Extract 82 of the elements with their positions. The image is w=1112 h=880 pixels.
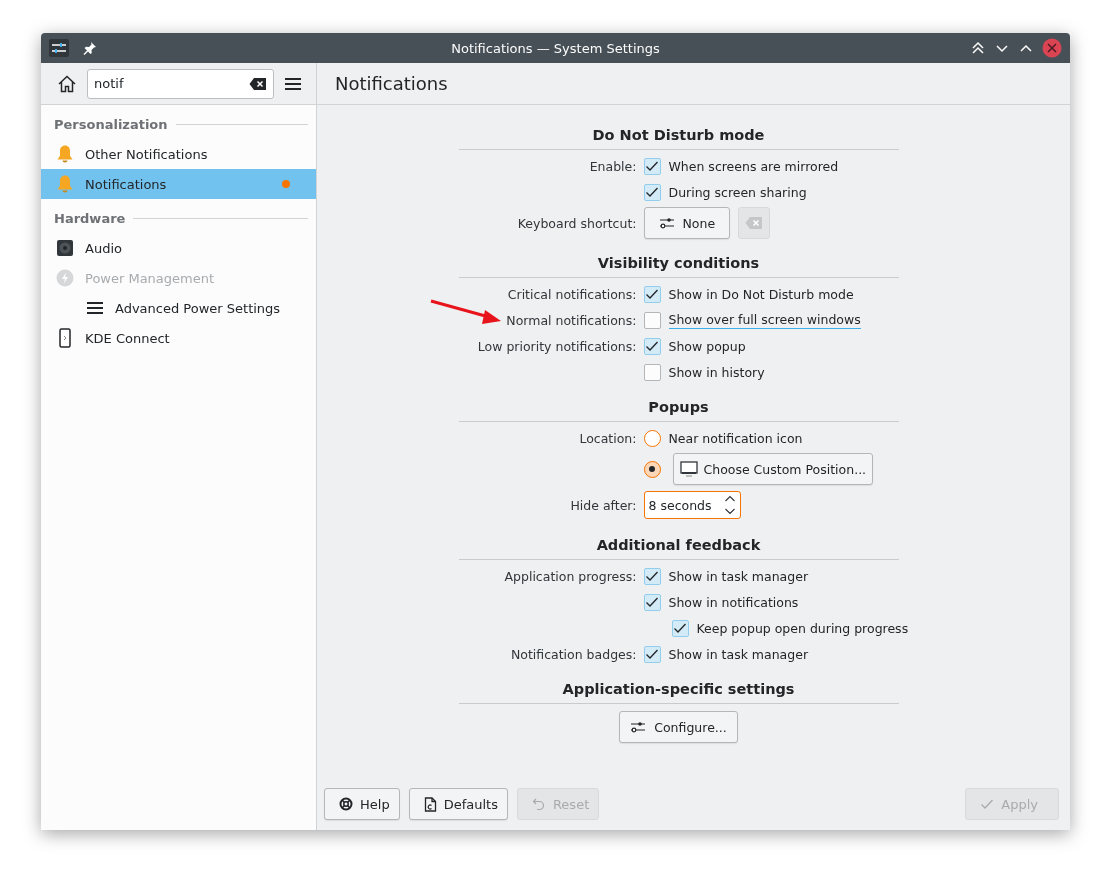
field-label: Enable: xyxy=(588,158,637,174)
checkbox[interactable] xyxy=(643,157,661,175)
checkbox-label[interactable]: Show in Do Not Disturb mode xyxy=(668,285,854,303)
section-heading: Additional feedback xyxy=(595,537,762,555)
field-label: Normal notifications: xyxy=(505,312,637,328)
checkbox[interactable] xyxy=(643,363,661,381)
field-label: Notification badges: xyxy=(509,646,637,662)
section-heading: Do Not Disturb mode xyxy=(591,127,766,145)
window-title: Notifications — System Settings xyxy=(451,40,660,56)
checkbox[interactable] xyxy=(643,593,661,611)
checkmark-icon xyxy=(645,340,659,352)
clear-icon[interactable] xyxy=(249,76,267,91)
sidebar-item[interactable]: Audio xyxy=(41,233,316,263)
category-heading: Personalization xyxy=(54,116,168,132)
sliders-icon xyxy=(630,720,647,734)
checkbox[interactable] xyxy=(643,645,661,663)
window-menu-icon[interactable] xyxy=(49,39,69,57)
checkmark-icon xyxy=(645,288,659,300)
checkmark-icon xyxy=(645,596,659,608)
shortcut-button[interactable]: None xyxy=(643,207,731,239)
checkbox-label[interactable]: When screens are mirrored xyxy=(668,157,839,175)
checkbox[interactable] xyxy=(643,567,661,585)
section-heading: Popups xyxy=(647,399,710,417)
speaker-icon xyxy=(56,239,74,257)
checkmark-icon xyxy=(645,648,659,660)
list-icon xyxy=(86,299,104,317)
menu-icon[interactable] xyxy=(284,75,302,92)
field-label: Keyboard shortcut: xyxy=(516,215,637,231)
home-icon[interactable] xyxy=(57,73,77,94)
category-heading: Hardware xyxy=(54,210,126,226)
checkbox[interactable] xyxy=(671,619,689,637)
field-label: Application progress: xyxy=(503,568,637,584)
field-label: Low priority notifications: xyxy=(476,338,637,354)
footer-button[interactable]: Defaults xyxy=(408,788,508,820)
pin-icon[interactable] xyxy=(83,41,97,55)
checkbox[interactable] xyxy=(643,183,661,201)
checkmark-icon xyxy=(645,160,659,172)
close-icon[interactable] xyxy=(1042,38,1062,58)
undo-icon xyxy=(531,797,546,811)
keep-above-icon[interactable] xyxy=(970,40,986,56)
monitor-icon xyxy=(679,461,698,477)
bell-icon xyxy=(55,144,75,164)
duration-spinbox[interactable]: 8 seconds xyxy=(643,491,741,519)
sidebar-item[interactable]: KDE Connect xyxy=(41,323,316,353)
checkmark-icon xyxy=(645,570,659,582)
checkbox-label[interactable]: Show in task manager xyxy=(668,567,809,585)
checkbox-label[interactable]: Show in task manager xyxy=(668,645,809,663)
lightning-bolt-icon xyxy=(56,269,74,287)
search-field[interactable]: notif xyxy=(87,68,274,99)
section-heading: Visibility conditions xyxy=(596,255,761,273)
document-icon xyxy=(423,796,437,812)
checkbox-label[interactable]: Show in history xyxy=(668,363,765,381)
checkbox-label[interactable]: Show over full screen windows xyxy=(668,311,861,329)
radio-button[interactable] xyxy=(643,460,661,478)
radio-label[interactable]: Near notification icon xyxy=(668,430,803,446)
lifebuoy-icon xyxy=(339,797,353,811)
sliders-icon xyxy=(658,216,675,230)
choose-position-button[interactable]: Choose Custom Position... xyxy=(672,453,874,485)
checkbox[interactable] xyxy=(643,311,661,329)
checkbox[interactable] xyxy=(643,285,661,303)
section-heading: Application-specific settings xyxy=(561,681,796,699)
checkmark-icon xyxy=(673,622,687,634)
configure-button[interactable]: Configure... xyxy=(619,711,738,743)
field-label: Hide after: xyxy=(569,497,637,513)
field-label: Location: xyxy=(578,430,637,446)
checkbox-label[interactable]: During screen sharing xyxy=(668,183,807,201)
checkmark-icon xyxy=(980,798,995,810)
checkbox-label[interactable]: Show in notifications xyxy=(668,593,799,611)
spin-arrows-icon[interactable] xyxy=(723,494,736,516)
radio-button[interactable] xyxy=(643,429,661,447)
checkbox-label[interactable]: Show popup xyxy=(668,337,746,355)
page-title: Notifications xyxy=(335,73,448,94)
checkbox[interactable] xyxy=(643,337,661,355)
bell-icon xyxy=(55,174,75,194)
field-label: Critical notifications: xyxy=(506,286,637,302)
checkbox-label[interactable]: Keep popup open during progress xyxy=(696,619,909,637)
sidebar-item[interactable]: Notifications xyxy=(41,169,316,199)
footer-button[interactable]: Help xyxy=(324,788,400,820)
sidebar-item[interactable]: Other Notifications xyxy=(41,139,316,169)
clear-icon xyxy=(745,216,764,230)
phone-icon xyxy=(59,328,71,348)
checkmark-icon xyxy=(645,186,659,198)
